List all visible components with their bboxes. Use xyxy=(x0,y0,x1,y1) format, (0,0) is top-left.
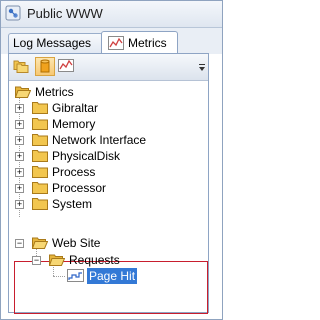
expand-toggle[interactable]: + xyxy=(15,184,24,193)
open-folder-icon xyxy=(49,254,65,266)
dropdown-arrow-icon[interactable] xyxy=(198,63,206,73)
expand-toggle[interactable]: + xyxy=(15,200,24,209)
app-window: Public WWW Log Messages Metrics Metrics … xyxy=(0,0,223,320)
tree-node-label: Metrics xyxy=(35,85,74,99)
expand-toggle[interactable]: + xyxy=(15,120,24,129)
metrics-toolbar xyxy=(9,54,208,81)
folder-icon xyxy=(32,118,48,130)
folder-icon xyxy=(32,198,48,210)
tab-metrics-label: Metrics xyxy=(128,36,167,50)
chart-icon xyxy=(108,36,124,50)
open-folder-icon xyxy=(15,86,31,98)
tree-node-label: Process xyxy=(52,165,96,179)
tree-node-label: Processor xyxy=(52,181,107,195)
metrics-panel: Metrics + Gibraltar + Memory + Network I… xyxy=(8,53,209,314)
chart-view-button[interactable] xyxy=(57,57,77,76)
title-bar[interactable]: Public WWW xyxy=(1,1,222,28)
expand-toggle[interactable]: + xyxy=(15,136,24,145)
tab-metrics[interactable]: Metrics xyxy=(101,31,178,54)
folder-icon xyxy=(32,182,48,194)
open-folder-icon xyxy=(32,237,48,249)
metric-chart-icon xyxy=(67,269,84,282)
expand-toggle[interactable]: + xyxy=(15,104,24,113)
tree-node-label: System xyxy=(52,197,93,211)
folder-icon xyxy=(32,150,48,162)
tab-log-messages[interactable]: Log Messages xyxy=(8,33,103,53)
folder-icon xyxy=(32,102,48,114)
cylinder-icon xyxy=(40,59,50,73)
collapse-toggle[interactable]: − xyxy=(32,256,41,265)
window-title: Public WWW xyxy=(27,6,103,21)
tree-node-label: Gibraltar xyxy=(52,101,99,115)
tab-strip: Log Messages Metrics xyxy=(1,28,222,54)
folders-view-button[interactable] xyxy=(12,57,32,76)
tree-node-label: Memory xyxy=(52,117,96,131)
expand-toggle[interactable]: + xyxy=(15,152,24,161)
folder-icon xyxy=(32,166,48,178)
tree-node-label-selected: Page Hit xyxy=(87,268,138,284)
tab-log-messages-label: Log Messages xyxy=(13,36,92,50)
counters-view-button[interactable] xyxy=(35,57,55,76)
tree-node-label: Requests xyxy=(69,253,120,267)
chart-icon xyxy=(58,59,74,72)
collapse-toggle[interactable]: − xyxy=(15,239,24,248)
tree-node-label: Web Site xyxy=(52,236,101,250)
metrics-tree: Metrics + Gibraltar + Memory + Network I… xyxy=(9,81,208,314)
tree-node-label: PhysicalDisk xyxy=(52,149,121,163)
folders-icon xyxy=(13,60,29,73)
application-icon xyxy=(5,5,21,21)
folder-icon xyxy=(32,134,48,146)
tree-node-label: Network Interface xyxy=(52,133,147,147)
expand-toggle[interactable]: + xyxy=(15,168,24,177)
